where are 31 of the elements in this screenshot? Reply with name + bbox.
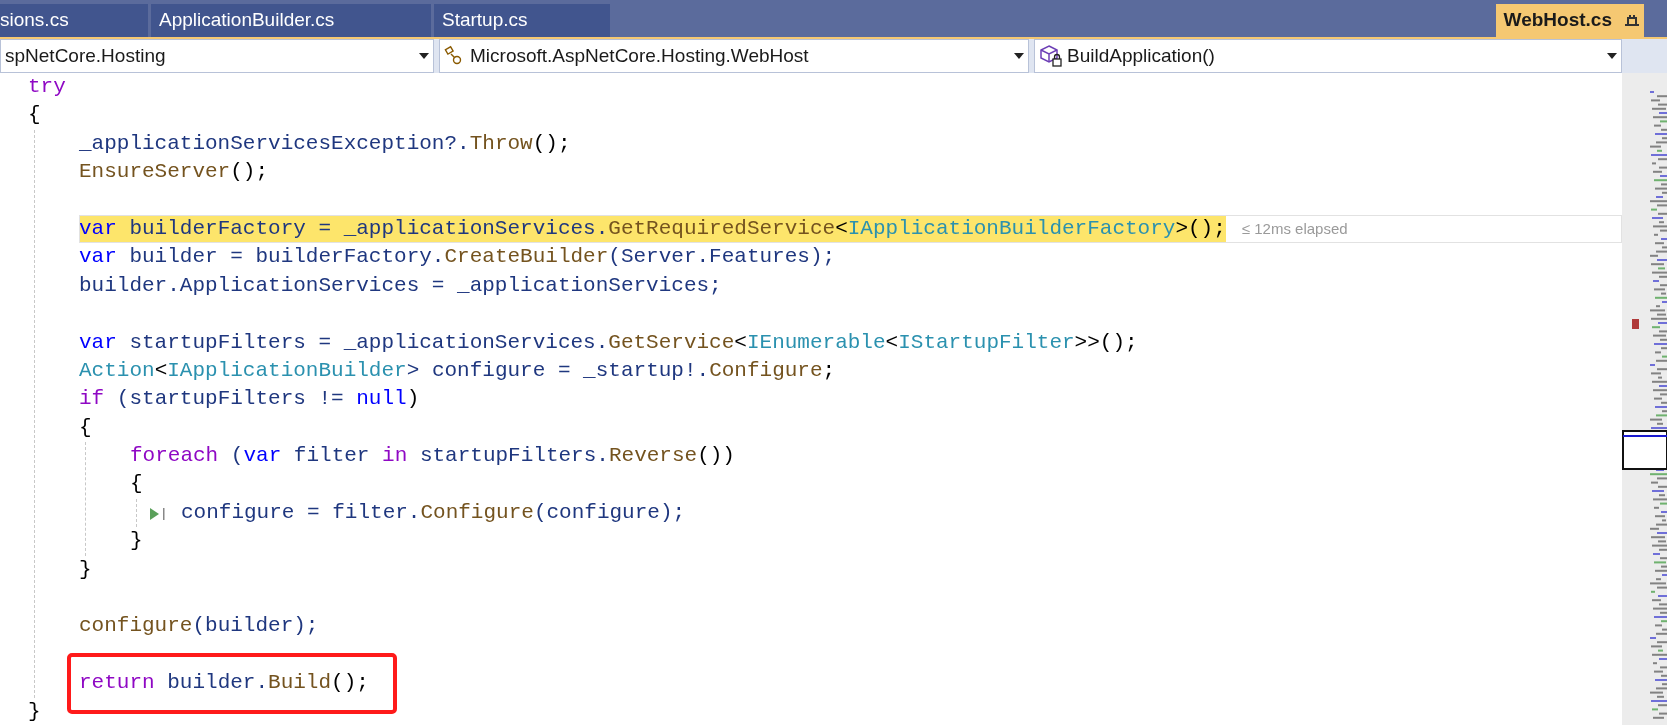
file-tab[interactable]: Startup.cs	[434, 4, 610, 37]
code-line: configure(builder);	[79, 613, 319, 640]
code-line: }	[28, 698, 41, 725]
code-line: var startupFilters = _applicationServices.GetService<IEnumerable<IStartupFilter>>();	[79, 329, 1138, 356]
code-line: _applicationServicesException?.Throw();	[79, 130, 571, 157]
code-line: }	[130, 528, 143, 555]
navigation-dropdown[interactable]: BuildApplication()	[1034, 39, 1622, 73]
code-line: if (startupFilters != null)	[79, 386, 420, 413]
code-line: {	[28, 102, 41, 129]
elapsed-time-hint: ≤ 12ms elapsed	[1241, 218, 1348, 239]
dropdown-caret-icon	[1014, 53, 1024, 59]
code-line: {	[130, 471, 143, 498]
code-line: EnsureServer();	[79, 159, 269, 186]
pin-icon[interactable]	[1624, 13, 1640, 28]
locked-cube-icon	[1039, 44, 1063, 68]
code-line: }	[79, 556, 92, 583]
file-tab[interactable]: ApplicationBuilder.cs	[151, 4, 431, 37]
dropdown-caret-icon	[419, 53, 429, 59]
navigation-dropdown[interactable]: Microsoft.AspNetCore.Hosting.WebHost	[439, 39, 1029, 73]
code-line: configure = filter.Configure(configure);	[181, 499, 686, 526]
code-line: Action<IApplicationBuilder> configure = _startup!.Configure;	[79, 357, 836, 384]
navigation-dropdown[interactable]: spNetCore.Hosting	[0, 39, 434, 73]
code-line: try	[28, 74, 66, 100]
file-tab[interactable]: WebHost.cs	[1495, 4, 1644, 37]
code-line: builder.ApplicationServices = _applicationServices;	[79, 272, 722, 299]
file-tab[interactable]: sions.cs	[0, 4, 148, 37]
code-line: {	[79, 414, 92, 441]
run-to-click-icon[interactable]	[149, 505, 167, 522]
code-line: foreach (var filter in startupFilters.Reverse())	[130, 443, 735, 470]
dropdown-caret-icon	[1607, 53, 1617, 59]
code-line: var builder = builderFactory.CreateBuilder(Server.Features);	[79, 244, 836, 271]
